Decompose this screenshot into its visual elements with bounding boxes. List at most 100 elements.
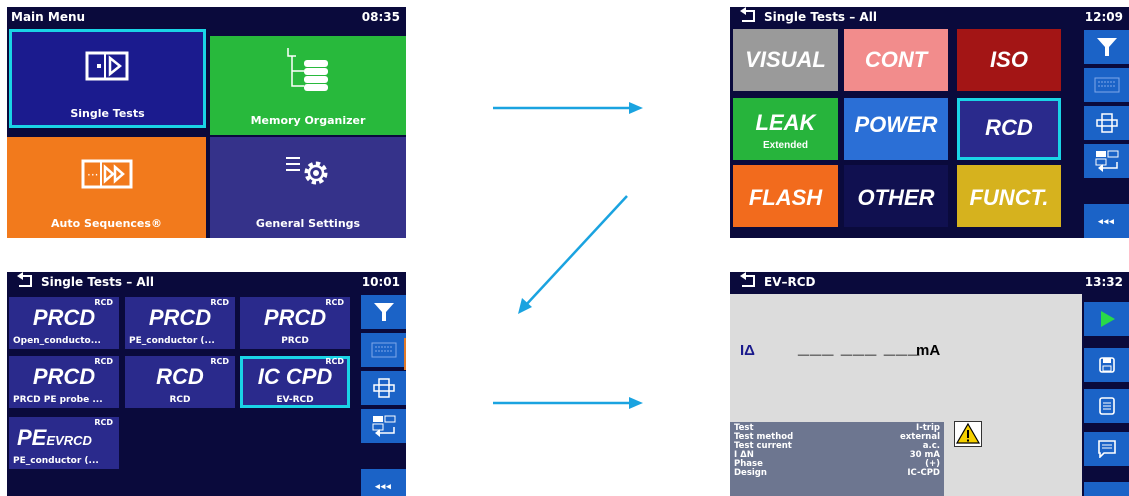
- iso-tile[interactable]: ISO: [957, 29, 1061, 91]
- single-tests-tile[interactable]: Single Tests: [9, 29, 206, 128]
- auto-sequence-icon: ···: [81, 159, 133, 189]
- save-button[interactable]: [1084, 348, 1129, 382]
- test-name: PRCD: [148, 305, 212, 330]
- more-label: ◂◂◂: [1098, 215, 1115, 226]
- keyboard-button[interactable]: [361, 333, 406, 367]
- funct-label: FUNCT.: [969, 185, 1049, 210]
- test-tile[interactable]: RCD RCD RCD: [125, 356, 235, 408]
- scrollbar[interactable]: [404, 338, 406, 370]
- test-tile-selected[interactable]: RCD IC CPD EV-RCD: [240, 356, 350, 408]
- test-name: RCD: [156, 364, 204, 389]
- test-name: PRCD: [32, 305, 96, 330]
- flash-label: FLASH: [748, 185, 823, 210]
- test-name: PRCD: [32, 364, 96, 389]
- rcd-tile[interactable]: RCD: [957, 98, 1061, 160]
- clock: 12:09: [1084, 10, 1123, 24]
- side-toolbar: ◂◂◂: [361, 292, 406, 496]
- save-icon: [1098, 357, 1115, 373]
- rcd-tests-screen: Single Tests – All 10:01 RCD PRCD Open_c…: [7, 272, 406, 496]
- filter-button[interactable]: [361, 295, 406, 329]
- test-sub: EV-RCD: [276, 395, 314, 405]
- ev-rcd-screen: EV–RCD 13:32 IΔ ___ ___ ___ mA Test I-tri…: [730, 272, 1129, 496]
- start-button[interactable]: [1084, 302, 1129, 336]
- test-tile[interactable]: RCD PRCD PE_conductor (...: [125, 297, 235, 349]
- other-tile[interactable]: OTHER: [844, 165, 948, 227]
- single-tests-screen: Single Tests – All 12:09 VISUAL CONT ISO…: [730, 7, 1129, 238]
- single-test-icon: [85, 51, 129, 81]
- screen-title: Single Tests – All: [41, 275, 154, 289]
- test-sub: Open_conducto...: [13, 336, 101, 346]
- memory-organizer-label: Memory Organizer: [250, 114, 366, 127]
- back-icon[interactable]: [738, 272, 758, 290]
- parameters-panel: Test I-trip Test method external Test curren…: [730, 422, 944, 496]
- power-tile[interactable]: POWER: [844, 98, 948, 160]
- arrow-right-bottom: [493, 397, 643, 409]
- test-tile[interactable]: RCD PRCD PRCD PE probe ...: [9, 356, 119, 408]
- parameter-row: I ΔN 30 mA: [734, 451, 940, 460]
- comment-icon: [1097, 440, 1116, 458]
- filter-icon: [373, 303, 394, 321]
- test-name-main: PE: [17, 425, 47, 450]
- clock: 13:32: [1084, 275, 1123, 289]
- other-label: OTHER: [857, 185, 935, 210]
- more-label: ◂◂◂: [375, 480, 392, 491]
- leak-sub-label: Extended: [762, 140, 808, 151]
- side-toolbar: ◂◂◂: [1084, 292, 1129, 496]
- more-button[interactable]: ◂◂◂: [1084, 204, 1129, 238]
- main-menu-screen: Main Menu 08:35 Single Tests Memory Orga…: [7, 7, 406, 238]
- visual-tile[interactable]: VISUAL: [733, 29, 838, 91]
- warning-icon: [954, 421, 982, 447]
- auto-sequences-tile[interactable]: ··· Auto Sequences®: [7, 137, 206, 238]
- screen-title: EV–RCD: [764, 275, 816, 289]
- filter-button[interactable]: [1084, 30, 1129, 64]
- status-bar: Single Tests – All 10:01: [7, 272, 406, 292]
- more-button[interactable]: ◂◂◂: [361, 469, 406, 496]
- arrow-right-top: [493, 102, 643, 114]
- list-button[interactable]: [1084, 389, 1129, 423]
- visual-label: VISUAL: [745, 47, 826, 72]
- expand-button[interactable]: [1084, 106, 1129, 140]
- leak-tile[interactable]: LEAK Extended: [733, 98, 838, 160]
- keyboard-icon: [1094, 77, 1119, 93]
- comment-button[interactable]: [1084, 432, 1129, 466]
- measure-unit: mA: [916, 342, 941, 359]
- back-icon[interactable]: [738, 7, 758, 25]
- auto-sequences-label: Auto Sequences®: [51, 217, 162, 230]
- keyboard-button[interactable]: [1084, 68, 1129, 102]
- measure-value: ___ ___ ___: [798, 336, 921, 358]
- recall-button[interactable]: [361, 409, 406, 443]
- power-label: POWER: [854, 112, 938, 137]
- back-icon[interactable]: [15, 272, 35, 290]
- expand-icon: [1095, 113, 1118, 133]
- recall-icon: [372, 415, 395, 437]
- test-sub: PE_conductor (...: [129, 336, 215, 346]
- test-tile[interactable]: RCD PRCD Open_conducto...: [9, 297, 119, 349]
- iso-label: ISO: [990, 47, 1028, 72]
- general-settings-tile[interactable]: General Settings: [210, 137, 406, 238]
- settings-gear-icon: [286, 157, 328, 185]
- svg-text:···: ···: [87, 168, 98, 182]
- test-tile[interactable]: RCD PEEVRCD PE_conductor (...: [9, 417, 119, 469]
- clock: 08:35: [361, 10, 400, 24]
- test-name-sub: EVRCD: [46, 433, 92, 448]
- play-icon: [1100, 311, 1115, 327]
- recall-button[interactable]: [1084, 144, 1129, 178]
- more-button[interactable]: ◂◂◂: [1084, 482, 1129, 496]
- general-settings-label: General Settings: [255, 217, 361, 230]
- memory-organizer-tile[interactable]: Memory Organizer: [210, 36, 406, 135]
- expand-icon: [372, 378, 395, 398]
- filter-icon: [1096, 38, 1117, 56]
- parameter-value: IC-CPD: [907, 468, 940, 478]
- side-toolbar: ◂◂◂: [1084, 27, 1129, 238]
- status-bar: Main Menu 08:35: [7, 7, 406, 27]
- cont-tile[interactable]: CONT: [844, 29, 948, 91]
- test-tile[interactable]: RCD PRCD PRCD: [240, 297, 350, 349]
- test-name: IC CPD: [257, 364, 333, 389]
- memory-tree-icon: [287, 48, 328, 91]
- test-sub: PRCD PE probe ...: [13, 395, 103, 405]
- screen-title: Single Tests – All: [764, 10, 877, 24]
- flash-tile[interactable]: FLASH: [733, 165, 838, 227]
- expand-button[interactable]: [361, 371, 406, 405]
- funct-tile[interactable]: FUNCT.: [957, 165, 1061, 227]
- test-name: PEEVRCD: [17, 425, 119, 451]
